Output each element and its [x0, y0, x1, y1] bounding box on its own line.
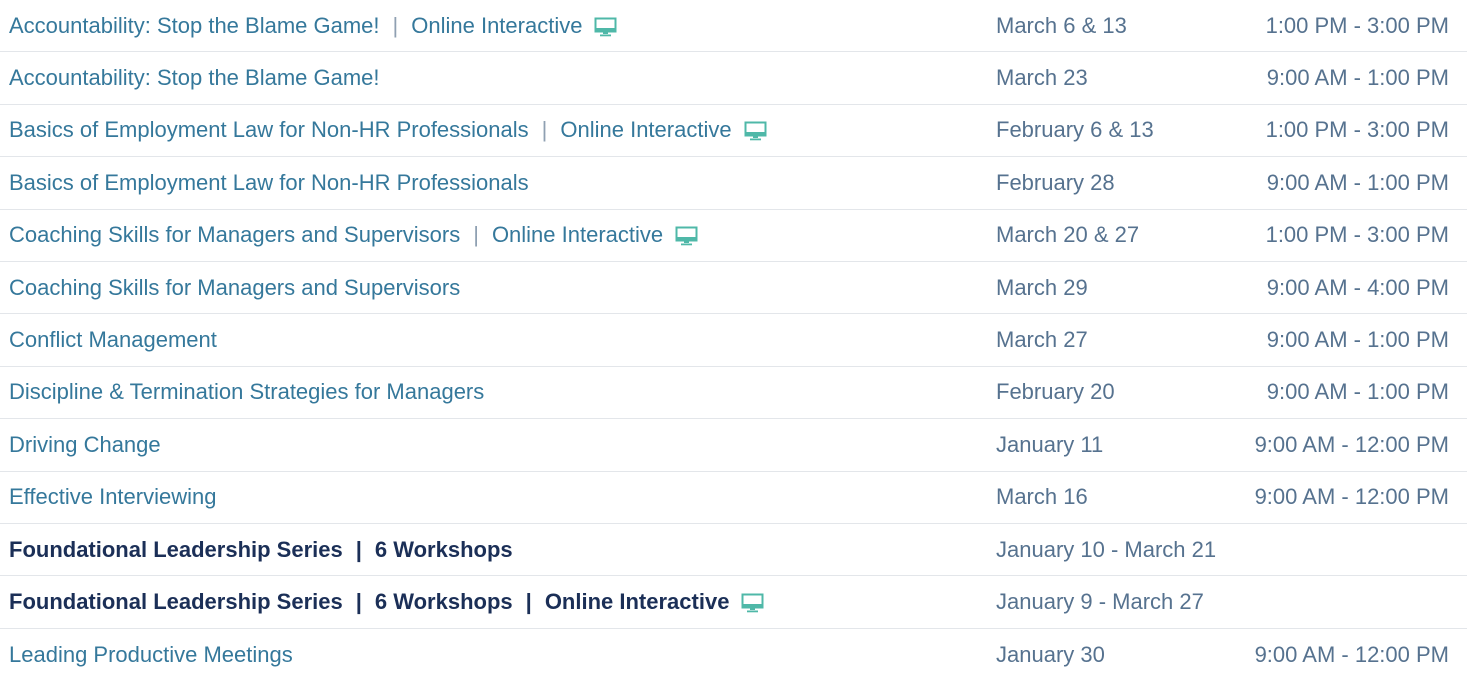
- workshop-row: Coaching Skills for Managers and Supervi…: [0, 262, 1467, 315]
- workshop-row: Coaching Skills for Managers and Supervi…: [0, 210, 1467, 262]
- workshop-title-cell: Coaching Skills for Managers and Supervi…: [9, 210, 698, 261]
- workshop-row: Conflict Management March 27 9:00 AM - 1…: [0, 314, 1467, 367]
- workshop-title-cell: Leading Productive Meetings: [9, 629, 293, 681]
- workshop-time: 9:00 AM - 1:00 PM: [1266, 379, 1449, 405]
- series-title-link[interactable]: Foundational Leadership Series: [9, 589, 343, 615]
- workshop-time: 9:00 AM - 1:00 PM: [1266, 65, 1449, 91]
- workshop-row: Foundational Leadership Series | 6 Works…: [0, 576, 1467, 629]
- online-interactive-label: Online Interactive: [411, 12, 583, 38]
- workshop-title-cell: Basics of Employment Law for Non-HR Prof…: [9, 157, 529, 208]
- workshop-title-link[interactable]: Discipline & Termination Strategies for …: [9, 379, 484, 405]
- workshop-date: January 11: [996, 431, 1104, 457]
- workshop-time: 9:00 AM - 12:00 PM: [1254, 431, 1449, 457]
- workshop-time: 9:00 AM - 1:00 PM: [1266, 169, 1449, 195]
- workshop-title-link[interactable]: Coaching Skills for Managers and Supervi…: [9, 222, 460, 248]
- separator: |: [541, 117, 548, 143]
- workshop-date: February 28: [996, 169, 1115, 195]
- workshop-title-link[interactable]: Driving Change: [9, 432, 161, 458]
- online-interactive-label: Online Interactive: [491, 222, 664, 248]
- workshop-title-link[interactable]: Leading Productive Meetings: [9, 642, 293, 668]
- workshop-time: 9:00 AM - 12:00 PM: [1254, 641, 1449, 667]
- workshop-title-cell: Foundational Leadership Series | 6 Works…: [9, 576, 764, 627]
- workshop-row: Basics of Employment Law for Non-HR Prof…: [0, 105, 1467, 158]
- separator: |: [473, 222, 479, 248]
- workshop-title-link[interactable]: Effective Interviewing: [9, 484, 216, 510]
- workshop-title-link[interactable]: Basics of Employment Law for Non-HR Prof…: [9, 170, 529, 196]
- workshop-title-cell: Discipline & Termination Strategies for …: [9, 367, 484, 418]
- workshop-count-label: 6 Workshops: [374, 588, 513, 614]
- workshop-title-cell: Accountability: Stop the Blame Game!: [9, 52, 380, 103]
- workshop-date: March 16: [996, 484, 1088, 510]
- workshop-title-cell: Accountability: Stop the Blame Game! | O…: [9, 0, 617, 51]
- workshop-title-link[interactable]: Conflict Management: [9, 327, 217, 353]
- workshop-time: 1:00 PM - 3:00 PM: [1265, 117, 1449, 143]
- workshop-date: January 30: [996, 641, 1105, 667]
- series-title-link[interactable]: Foundational Leadership Series: [9, 537, 343, 563]
- workshop-schedule: Accountability: Stop the Blame Game! | O…: [0, 0, 1467, 681]
- monitor-icon: [675, 226, 698, 246]
- monitor-icon: [741, 593, 764, 613]
- workshop-time: 1:00 PM - 3:00 PM: [1265, 222, 1449, 248]
- workshop-count-label: 6 Workshops: [374, 536, 513, 562]
- workshop-time: 9:00 AM - 4:00 PM: [1266, 274, 1449, 300]
- separator: |: [355, 536, 362, 562]
- workshop-date: March 27: [996, 327, 1088, 353]
- workshop-date: March 29: [996, 274, 1088, 300]
- workshop-date: March 6 & 13: [996, 12, 1127, 38]
- workshop-title-link[interactable]: Accountability: Stop the Blame Game!: [9, 65, 380, 91]
- monitor-icon: [744, 121, 767, 141]
- workshop-title-cell: Driving Change: [9, 419, 161, 470]
- workshop-title-link[interactable]: Accountability: Stop the Blame Game!: [9, 13, 380, 39]
- separator: |: [525, 588, 532, 614]
- monitor-icon: [594, 17, 617, 37]
- workshop-row: Foundational Leadership Series | 6 Works…: [0, 524, 1467, 577]
- separator: |: [392, 12, 399, 38]
- online-interactive-label: Online Interactive: [560, 117, 732, 143]
- workshop-row: Driving Change January 11 9:00 AM - 12:0…: [0, 419, 1467, 472]
- workshop-title-cell: Conflict Management: [9, 314, 217, 365]
- workshop-time: 1:00 PM - 3:00 PM: [1265, 12, 1449, 38]
- workshop-row: Effective Interviewing March 16 9:00 AM …: [0, 472, 1467, 524]
- workshop-row: Basics of Employment Law for Non-HR Prof…: [0, 157, 1467, 210]
- workshop-title-link[interactable]: Basics of Employment Law for Non-HR Prof…: [9, 117, 529, 143]
- workshop-row: Accountability: Stop the Blame Game! | O…: [0, 0, 1467, 53]
- workshop-time: 9:00 AM - 12:00 PM: [1254, 484, 1449, 510]
- workshop-date: February 6 & 13: [996, 117, 1154, 143]
- workshop-row: Leading Productive Meetings January 30 9…: [0, 629, 1467, 681]
- workshop-date: January 9 - March 27: [996, 588, 1204, 614]
- workshop-row: Discipline & Termination Strategies for …: [0, 367, 1467, 420]
- workshop-title-cell: Coaching Skills for Managers and Supervi…: [9, 262, 460, 313]
- workshop-title-cell: Effective Interviewing: [9, 472, 216, 523]
- workshop-date: March 23: [996, 65, 1088, 91]
- workshop-title-cell: Foundational Leadership Series | 6 Works…: [9, 524, 513, 575]
- workshop-title-cell: Basics of Employment Law for Non-HR Prof…: [9, 105, 767, 156]
- separator: |: [355, 588, 362, 614]
- workshop-title-link[interactable]: Coaching Skills for Managers and Supervi…: [9, 275, 460, 301]
- workshop-date: February 20: [996, 379, 1115, 405]
- workshop-row: Accountability: Stop the Blame Game! Mar…: [0, 52, 1467, 105]
- workshop-date: January 10 - March 21: [996, 536, 1217, 562]
- workshop-date: March 20 & 27: [996, 222, 1140, 248]
- workshop-time: 9:00 AM - 1:00 PM: [1266, 327, 1449, 353]
- online-interactive-label: Online Interactive: [544, 588, 730, 614]
